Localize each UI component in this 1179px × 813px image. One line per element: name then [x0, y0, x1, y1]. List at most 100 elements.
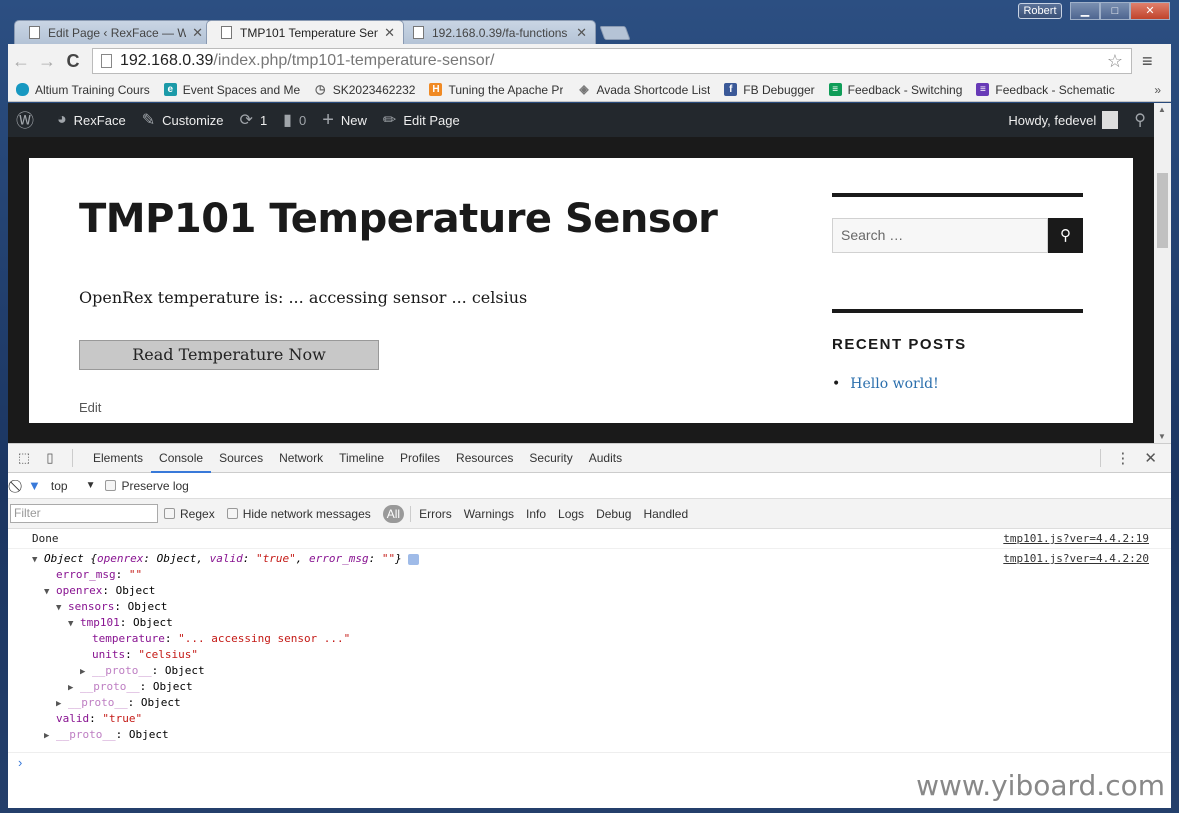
- level-logs[interactable]: Logs: [558, 507, 584, 521]
- level-info[interactable]: Info: [526, 507, 546, 521]
- back-button[interactable]: ←: [8, 51, 34, 72]
- devtools-tab-console[interactable]: Console: [151, 444, 212, 473]
- search-icon[interactable]: ⚲: [1134, 110, 1146, 130]
- page-viewport: TMP101 Temperature Sensor OpenRex temper…: [8, 137, 1154, 443]
- read-temperature-button[interactable]: Read Temperature Now: [79, 340, 379, 370]
- collapsed-triangle-icon[interactable]: ▶: [80, 664, 92, 680]
- scrollbar-thumb[interactable]: [1157, 173, 1168, 248]
- preserve-log-checkbox[interactable]: [105, 480, 117, 491]
- level-handled[interactable]: Handled: [643, 507, 688, 521]
- context-selector[interactable]: top: [51, 479, 68, 493]
- wordpress-logo[interactable]: Ⓦ: [16, 107, 41, 133]
- recent-post-link[interactable]: Hello world!: [850, 376, 939, 392]
- forward-button[interactable]: →: [34, 51, 60, 72]
- collapsed-triangle-icon[interactable]: ▶: [68, 680, 80, 696]
- filter-input[interactable]: Filter: [10, 504, 158, 523]
- info-icon[interactable]: [407, 553, 419, 565]
- bookmark-feedback-schematic[interactable]: ≡ Feedback - Schematic: [976, 83, 1115, 97]
- admin-edit-page-link[interactable]: ✏ Edit Page: [383, 110, 460, 130]
- scroll-down-icon[interactable]: ▼: [1158, 432, 1166, 441]
- devtools-tab-sources[interactable]: Sources: [211, 444, 271, 473]
- search-input[interactable]: Search …: [832, 218, 1048, 253]
- filter-icon[interactable]: ▼: [28, 478, 41, 493]
- collapsed-triangle-icon[interactable]: ▶: [44, 728, 56, 744]
- admin-new-link[interactable]: + New: [322, 109, 367, 132]
- bookmark-fb-debugger[interactable]: f FB Debugger: [724, 83, 815, 97]
- admin-site-link[interactable]: ◕ RexFace: [57, 111, 126, 129]
- level-debug[interactable]: Debug: [596, 507, 631, 521]
- summary-value: "": [381, 552, 396, 565]
- level-warnings[interactable]: Warnings: [464, 507, 514, 521]
- new-tab-button[interactable]: [599, 26, 631, 40]
- close-window-button[interactable]: ✕: [1130, 2, 1170, 20]
- page-icon: [29, 26, 40, 39]
- bookmark-avada[interactable]: ◈ Avada Shortcode List: [577, 83, 710, 97]
- close-tab-icon[interactable]: ✕: [192, 25, 203, 41]
- close-tab-icon[interactable]: ✕: [384, 25, 395, 41]
- tree-node[interactable]: ▼ sensors: Object: [8, 599, 1171, 615]
- devtools-tab-profiles[interactable]: Profiles: [392, 444, 448, 473]
- tree-node[interactable]: ▶ __proto__: Object: [8, 695, 1171, 711]
- edit-link[interactable]: Edit: [79, 400, 101, 415]
- cloud-icon: [16, 83, 29, 96]
- hide-network-checkbox[interactable]: [226, 508, 238, 519]
- close-tab-icon[interactable]: ✕: [576, 25, 587, 41]
- bookmarks-bar: Altium Training Cours e Event Spaces and …: [8, 78, 1171, 102]
- tab-tmp101[interactable]: TMP101 Temperature Sen ✕: [206, 20, 404, 44]
- tree-root[interactable]: ▼ Object {openrex: Object, valid: "true",…: [8, 551, 1171, 567]
- expanded-triangle-icon[interactable]: ▼: [32, 552, 44, 568]
- devtools-tab-elements[interactable]: Elements: [85, 444, 151, 473]
- chevron-down-icon[interactable]: ▼: [86, 480, 96, 491]
- browser-toolbar: ← → C 192.168.0.39 /index.php/tmp101-tem…: [8, 44, 1171, 78]
- bookmark-sk[interactable]: ◷ SK2023462232: [314, 83, 416, 97]
- bookmark-feedback-switching[interactable]: ≡ Feedback - Switching: [828, 83, 962, 97]
- star-icon[interactable]: ☆: [1107, 51, 1123, 72]
- level-all[interactable]: All: [382, 504, 405, 523]
- more-options-icon[interactable]: ⋮: [1115, 449, 1130, 467]
- inspect-icon[interactable]: ⬚: [16, 450, 32, 466]
- avatar[interactable]: [1102, 111, 1119, 129]
- page-icon: [221, 26, 232, 39]
- close-devtools-icon[interactable]: ✕: [1144, 449, 1157, 467]
- collapsed-triangle-icon[interactable]: ▶: [56, 696, 68, 712]
- summary-key: valid: [209, 552, 243, 565]
- expanded-triangle-icon[interactable]: ▼: [56, 600, 68, 616]
- reload-button[interactable]: C: [60, 51, 86, 72]
- menu-icon[interactable]: ≡: [1142, 51, 1153, 72]
- more-bookmarks-icon[interactable]: »: [1154, 83, 1161, 97]
- devtools-tab-security[interactable]: Security: [521, 444, 580, 473]
- devtools-tab-audits[interactable]: Audits: [581, 444, 630, 473]
- device-mode-icon[interactable]: ▯: [42, 450, 58, 466]
- level-errors[interactable]: Errors: [419, 507, 452, 521]
- tree-node[interactable]: ▶ __proto__: Object: [8, 679, 1171, 695]
- scroll-up-icon[interactable]: ▲: [1158, 105, 1166, 114]
- source-link[interactable]: tmp101.js?ver=4.4.2:19: [1003, 529, 1149, 549]
- source-link[interactable]: tmp101.js?ver=4.4.2:20: [1003, 551, 1149, 567]
- profile-button[interactable]: Robert: [1018, 3, 1062, 19]
- devtools-tab-timeline[interactable]: Timeline: [331, 444, 392, 473]
- howdy-user[interactable]: Howdy, fedevel: [1008, 113, 1096, 128]
- expanded-triangle-icon[interactable]: ▼: [44, 584, 56, 600]
- admin-updates-link[interactable]: ⟳ 1: [240, 110, 268, 130]
- address-bar[interactable]: 192.168.0.39 /index.php/tmp101-temperatu…: [92, 48, 1132, 74]
- expanded-triangle-icon[interactable]: ▼: [68, 616, 80, 632]
- regex-checkbox[interactable]: [164, 508, 175, 519]
- bookmark-apache[interactable]: H Tuning the Apache Pr: [429, 83, 563, 97]
- tree-node[interactable]: ▶ __proto__: Object: [8, 727, 1171, 743]
- admin-customize-link[interactable]: ✎ Customize: [142, 110, 224, 130]
- minimize-button[interactable]: ▁: [1070, 2, 1100, 20]
- tree-node[interactable]: ▶ __proto__: Object: [8, 663, 1171, 679]
- devtools-tab-resources[interactable]: Resources: [448, 444, 521, 473]
- bookmark-altium[interactable]: Altium Training Cours: [16, 83, 150, 97]
- maximize-button[interactable]: □: [1100, 2, 1130, 20]
- admin-comments-link[interactable]: ▮ 0: [283, 110, 306, 130]
- tab-fa-functions[interactable]: 192.168.0.39/fa-functions ✕: [398, 20, 596, 44]
- tab-edit-page[interactable]: Edit Page ‹ RexFace — Wo ✕: [14, 20, 212, 44]
- search-button[interactable]: ⚲: [1048, 218, 1083, 253]
- tree-node[interactable]: ▼ tmp101: Object: [8, 615, 1171, 631]
- devtools-tab-network[interactable]: Network: [271, 444, 331, 473]
- page-scrollbar[interactable]: ▲ ▼: [1154, 103, 1171, 443]
- recent-posts-list: • Hello world!: [832, 376, 939, 392]
- tree-node[interactable]: ▼ openrex: Object: [8, 583, 1171, 599]
- bookmark-event-spaces[interactable]: e Event Spaces and Mee: [163, 83, 300, 97]
